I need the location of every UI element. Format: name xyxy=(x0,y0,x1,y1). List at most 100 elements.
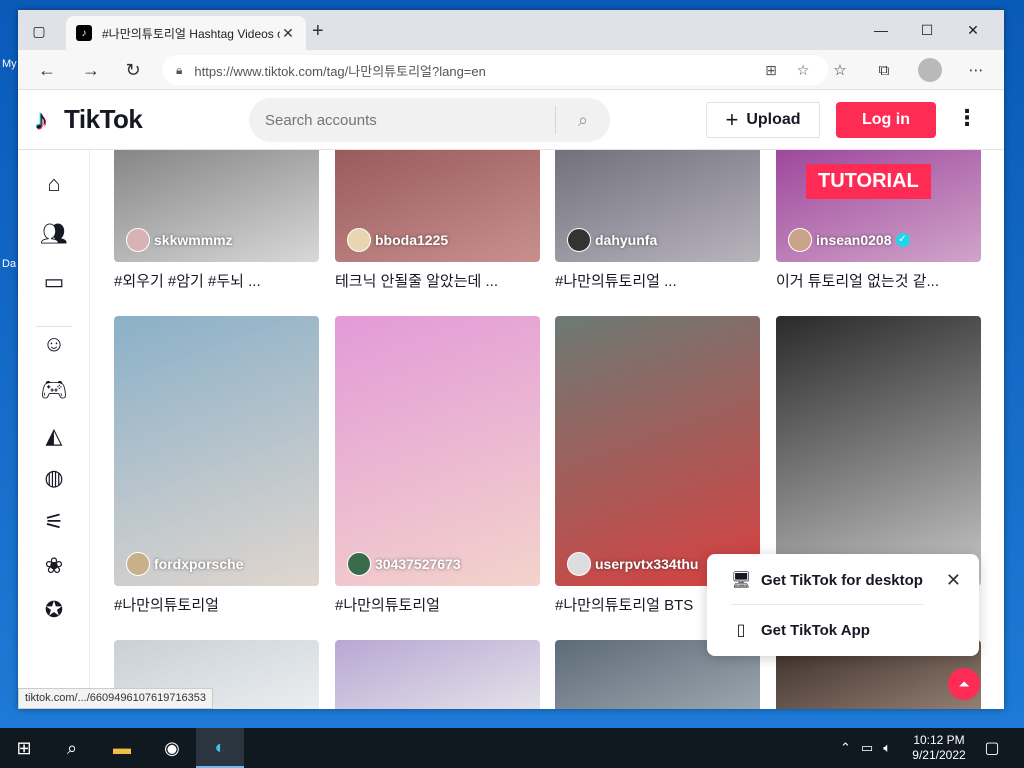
author-name: fordxporsche xyxy=(154,556,244,572)
video-card[interactable]: 30437527673 #나만의튜토리얼 xyxy=(335,316,540,615)
author-name: 30437527673 xyxy=(375,556,461,572)
achievement-icon[interactable]: ✪ xyxy=(40,596,68,624)
video-caption[interactable]: 테크닉 안될줄 알았는데 ... xyxy=(335,270,540,291)
video-thumbnail[interactable]: fordxporsche xyxy=(114,316,319,586)
status-url: tiktok.com/.../6609496107619716353 xyxy=(18,688,214,709)
avatar xyxy=(567,228,591,252)
forward-icon[interactable]: → xyxy=(80,59,102,81)
back-icon[interactable]: ← xyxy=(36,59,58,81)
sidebar: ⌂ 👥︎ ▭ ☺ 🎮︎ ◭ ◍ ⚟ ❀ ✪ xyxy=(18,150,90,709)
video-author[interactable]: dahyunfa xyxy=(567,228,657,252)
search-icon[interactable]: ⌕ xyxy=(48,728,96,768)
author-name: insean0208 xyxy=(816,232,892,248)
avatar xyxy=(347,552,371,576)
video-caption[interactable]: 이거 튜토리얼 없는것 같... xyxy=(776,270,981,291)
url-field[interactable]: 🔒︎ https://www.tiktok.com/tag/나만의튜토리얼?la… xyxy=(162,55,828,85)
sidebar-divider xyxy=(36,326,72,327)
lock-icon[interactable]: 🔒︎ xyxy=(176,63,182,78)
address-bar: ← → ↻ 🔒︎ https://www.tiktok.com/tag/나만의튜… xyxy=(18,50,1004,90)
video-caption[interactable]: #나만의튜토리얼 ... xyxy=(555,270,760,291)
tiktok-page: ♪ ♪ ♪ TikTok ⌕ + Upload Log in ⋮ ⌂ 👥︎ ▭ xyxy=(18,90,1004,709)
collections-icon[interactable]: ⧉ xyxy=(872,59,896,81)
get-app-popup: 🖥︎ Get TikTok for desktop ✕ ▯ Get TikTok… xyxy=(707,554,979,656)
minimize-icon[interactable]: — xyxy=(858,16,904,44)
comedy-icon[interactable]: ☺ xyxy=(40,330,68,358)
chrome-icon[interactable]: ◉ xyxy=(148,728,196,768)
get-desktop-link[interactable]: 🖥︎ Get TikTok for desktop xyxy=(731,570,923,590)
notification-icon[interactable]: ▢ xyxy=(968,728,1016,768)
get-app-link[interactable]: ▯ Get TikTok App xyxy=(731,620,870,640)
upload-label: Upload xyxy=(746,111,801,128)
video-thumbnail[interactable]: userpvtx334thu xyxy=(555,316,760,586)
avatar xyxy=(788,228,812,252)
more-menu-icon[interactable]: ⋮ xyxy=(956,106,978,130)
video-author[interactable]: 30437527673 xyxy=(347,552,461,576)
video-author[interactable]: bboda1225 xyxy=(347,228,448,252)
tiktok-logo-icon: ♪ ♪ ♪ xyxy=(33,102,49,136)
phone-icon: ▯ xyxy=(736,622,746,639)
plus-icon: + xyxy=(725,107,739,132)
tiktok-logo[interactable]: ♪ ♪ ♪ TikTok xyxy=(33,102,143,136)
logo-text: TikTok xyxy=(64,104,143,134)
desktop-icon-label[interactable]: My xyxy=(2,58,17,70)
live-icon[interactable]: ▭ xyxy=(40,268,68,296)
video-author[interactable]: skkwmmmz xyxy=(126,228,233,252)
video-author[interactable]: insean0208 ✓ xyxy=(788,228,910,252)
following-icon[interactable]: 👥︎ xyxy=(40,220,68,248)
video-card[interactable]: fordxporsche #나만의튜토리얼 xyxy=(114,316,319,615)
video-thumbnail[interactable] xyxy=(335,640,540,709)
tab-actions-icon[interactable]: ▢ xyxy=(30,22,48,40)
video-card[interactable] xyxy=(335,640,540,709)
sports-icon[interactable]: ◍ xyxy=(40,464,68,492)
favorites-icon[interactable]: ☆ xyxy=(828,59,852,81)
gaming-icon[interactable]: 🎮︎ xyxy=(40,376,68,404)
author-name: dahyunfa xyxy=(595,232,658,248)
home-icon[interactable]: ⌂ xyxy=(40,170,68,198)
video-card[interactable] xyxy=(776,316,981,586)
window-controls: — ☐ ✕ xyxy=(858,16,996,44)
animals-icon[interactable]: ❀ xyxy=(40,552,68,580)
upload-button[interactable]: + Upload xyxy=(706,102,820,138)
app-available-icon[interactable]: ⊞ xyxy=(760,62,782,79)
back-to-top-icon[interactable]: ⏶ xyxy=(948,668,980,700)
clock[interactable]: 10:12 PM 9/21/2022 xyxy=(904,733,974,763)
profile-avatar[interactable] xyxy=(918,58,942,82)
new-tab-icon[interactable]: + xyxy=(312,21,324,41)
tiktok-favicon-icon: ♪ xyxy=(76,25,92,41)
close-icon[interactable]: ✕ xyxy=(946,570,961,591)
volume-icon[interactable]: 🔈︎ xyxy=(883,740,891,756)
avatar xyxy=(126,228,150,252)
url-text[interactable]: https://www.tiktok.com/tag/나만의튜토리얼?lang=… xyxy=(194,61,750,80)
desktop-icon-label[interactable]: Da xyxy=(2,258,16,270)
video-author[interactable]: fordxporsche xyxy=(126,552,243,576)
video-caption[interactable]: #나만의튜토리얼 xyxy=(114,594,319,615)
close-window-icon[interactable]: ✕ xyxy=(950,16,996,44)
video-caption[interactable]: #나만의튜토리얼 xyxy=(335,594,540,615)
chevron-up-icon[interactable]: ⌃ xyxy=(840,740,851,756)
food-icon[interactable]: ◭ xyxy=(40,422,68,450)
get-desktop-label: Get TikTok for desktop xyxy=(761,571,923,589)
video-author[interactable]: userpvtx334thu xyxy=(567,552,698,576)
add-favorite-icon[interactable]: ☆ xyxy=(792,62,814,79)
maximize-icon[interactable]: ☐ xyxy=(904,16,950,44)
windows-start-icon[interactable]: ⊞ xyxy=(0,728,48,768)
refresh-icon[interactable]: ↻ xyxy=(122,59,144,81)
author-name: userpvtx334thu xyxy=(595,556,699,572)
beauty-icon[interactable]: ⚟ xyxy=(40,508,68,536)
avatar xyxy=(567,552,591,576)
tab-close-icon[interactable]: ✕ xyxy=(280,25,296,42)
video-thumbnail[interactable]: 30437527673 xyxy=(335,316,540,586)
tutorial-overlay: TUTORIAL xyxy=(806,164,931,199)
login-button[interactable]: Log in xyxy=(836,102,936,138)
avatar xyxy=(126,552,150,576)
search-icon[interactable]: ⌕ xyxy=(568,110,598,131)
search-input[interactable] xyxy=(265,111,555,129)
video-thumbnail[interactable] xyxy=(776,316,981,586)
author-name: bboda1225 xyxy=(375,232,449,248)
video-caption[interactable]: #외우기 #암기 #두뇌 ... xyxy=(114,270,319,291)
tab-tiktok[interactable]: ♪ #나만의튜토리얼 Hashtag Videos on TikTok ✕ xyxy=(66,16,306,50)
edge-icon[interactable]: ◐ xyxy=(196,728,244,768)
file-explorer-icon[interactable]: ▬ xyxy=(98,728,146,768)
settings-more-icon[interactable]: ⋯ xyxy=(964,59,988,81)
network-icon[interactable]: ▭ xyxy=(861,740,873,756)
